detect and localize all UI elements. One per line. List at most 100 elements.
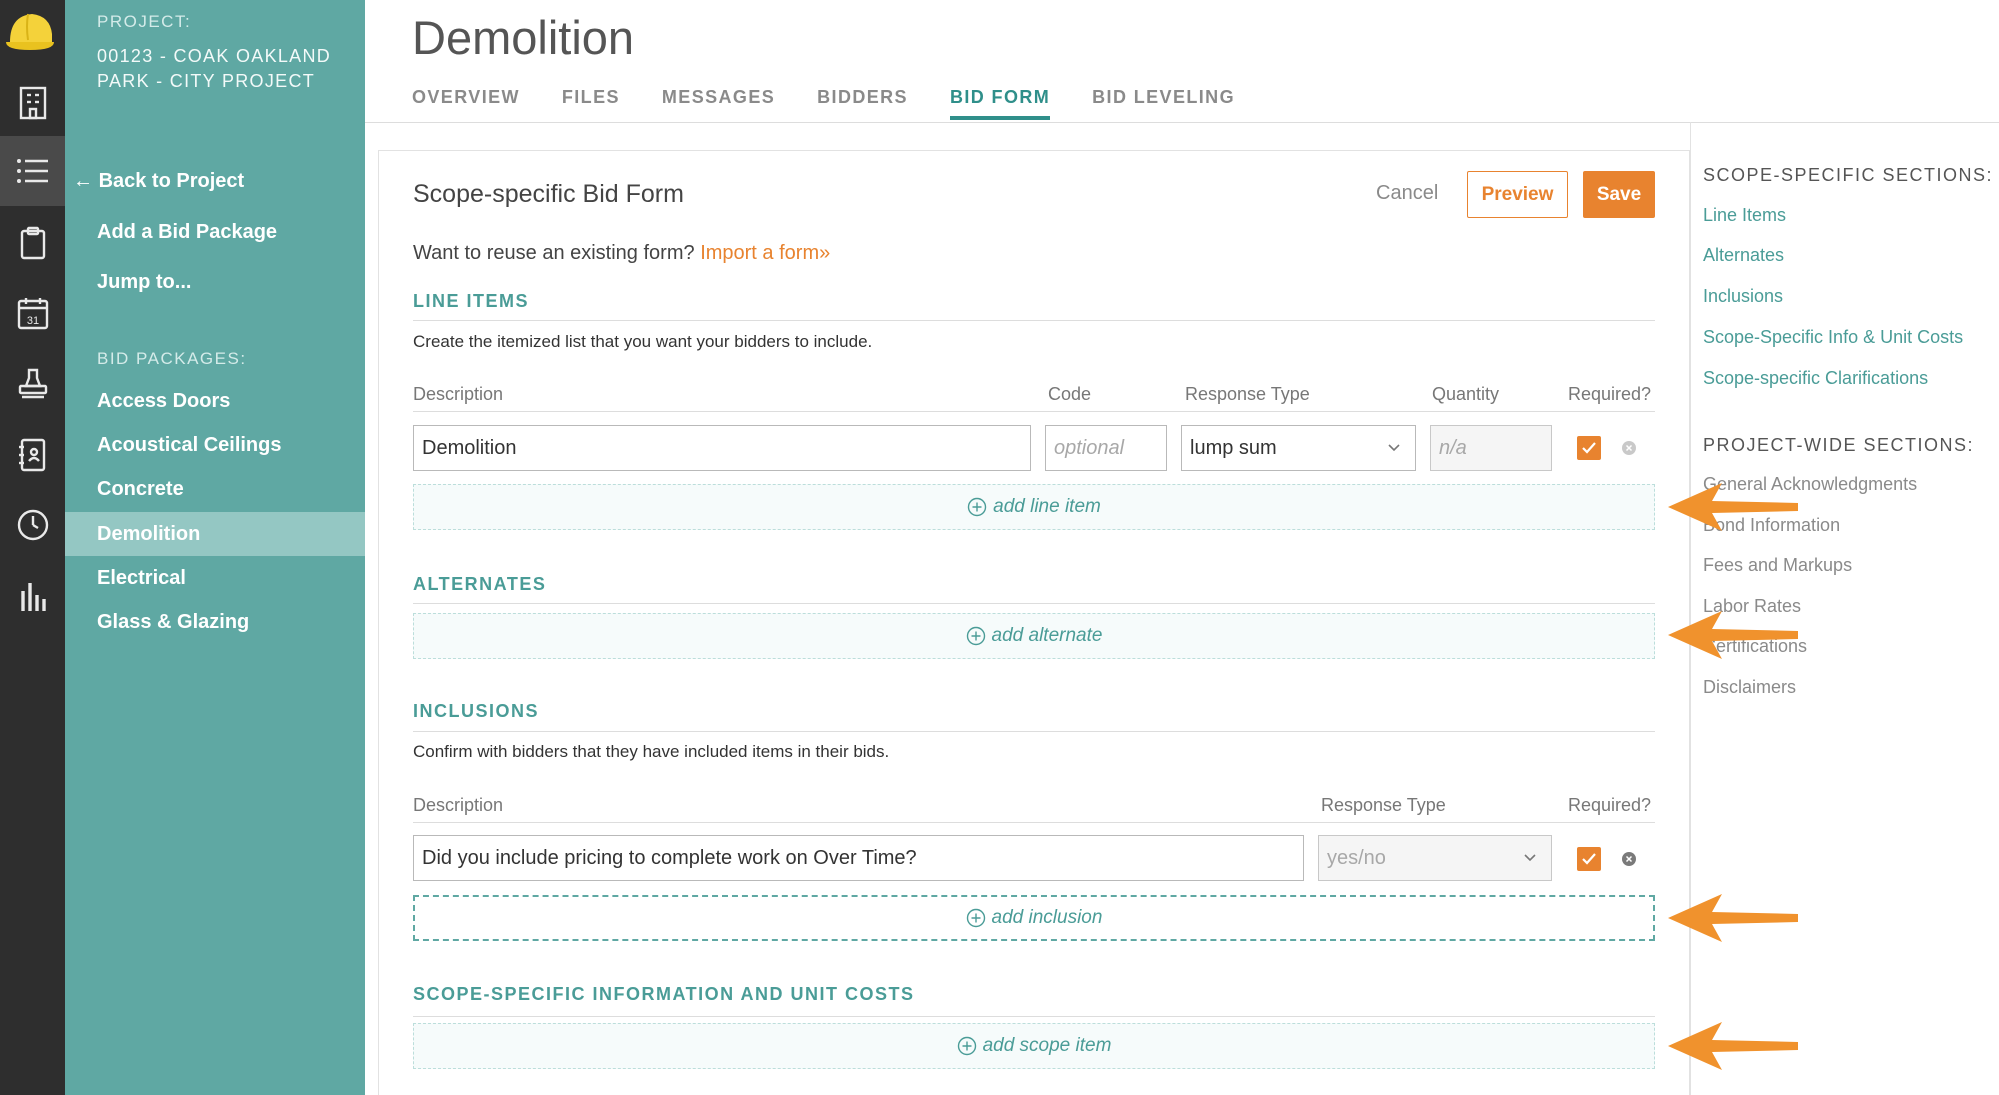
contacts-book-icon <box>18 438 45 472</box>
line-item-response-type-select[interactable]: lump sum <box>1181 425 1416 471</box>
section-divider <box>413 731 1655 732</box>
annotation-arrow-icon <box>1668 483 1798 531</box>
icon-rail: 31 <box>0 0 65 1095</box>
scope-info-heading: SCOPE-SPECIFIC INFORMATION AND UNIT COST… <box>413 984 915 1004</box>
inclusion-response-type-select[interactable]: yes/no <box>1318 835 1552 881</box>
back-to-project-label: Back to Project <box>98 170 245 192</box>
import-form-link[interactable]: Import a form» <box>700 242 830 264</box>
jump-to-link[interactable]: Jump to... <box>97 271 191 294</box>
annotation-arrow-icon <box>1668 611 1798 659</box>
project-label: PROJECT: <box>97 12 192 31</box>
plus-circle-icon <box>957 1036 976 1056</box>
rail-projects[interactable] <box>0 68 65 138</box>
inclusions-description: Confirm with bidders that they have incl… <box>413 742 890 761</box>
rail-calendar[interactable]: 31 <box>0 278 65 348</box>
section-link-inclusions[interactable]: Inclusions <box>1703 286 1783 307</box>
stamp-icon <box>18 368 47 399</box>
tab-files[interactable]: FILES <box>562 87 620 120</box>
column-header-divider <box>413 411 1655 412</box>
column-header-code: Code <box>1048 384 1092 404</box>
plus-circle-icon <box>966 908 985 928</box>
calendar-icon: 31 <box>17 298 48 330</box>
column-header-description: Description <box>413 384 504 404</box>
rail-reports[interactable] <box>0 562 65 632</box>
bid-package-acoustical-ceilings[interactable]: Acoustical Ceilings <box>65 423 365 467</box>
close-icon <box>1625 855 1633 863</box>
add-scope-item-button[interactable]: add scope item <box>413 1023 1655 1069</box>
check-icon <box>1582 853 1596 865</box>
inclusion-column-header-response-type: Response Type <box>1321 795 1446 815</box>
bid-packages-label: BID PACKAGES: <box>97 349 247 368</box>
section-link-alternates[interactable]: Alternates <box>1703 245 1784 266</box>
bid-package-electrical[interactable]: Electrical <box>65 556 365 600</box>
save-button[interactable]: Save <box>1583 171 1655 218</box>
inclusion-column-header-description: Description <box>413 795 504 815</box>
bid-package-glass-glazing[interactable]: Glass & Glazing <box>65 600 365 644</box>
plus-circle-icon <box>967 497 987 517</box>
column-header-required: Required? <box>1568 384 1652 404</box>
section-divider <box>413 603 1655 604</box>
remove-inclusion-button[interactable] <box>1622 852 1636 866</box>
chevron-down-icon <box>1524 854 1536 862</box>
rail-tasks[interactable] <box>0 208 65 278</box>
tab-messages[interactable]: MESSAGES <box>662 87 775 120</box>
reuse-form-text: Want to reuse an existing form? <box>413 242 695 264</box>
tab-bid-form[interactable]: BID FORM <box>949 87 1051 120</box>
arrow-left-icon: ← <box>73 170 93 192</box>
add-alternate-button[interactable]: add alternate <box>413 613 1655 659</box>
section-link-line-items[interactable]: Line Items <box>1703 205 1786 226</box>
inclusion-response-type-value: yes/no <box>1327 846 1386 869</box>
tab-bidders[interactable]: BIDDERS <box>817 87 908 120</box>
preview-button[interactable]: Preview <box>1467 171 1568 218</box>
column-header-response-type: Response Type <box>1185 384 1310 404</box>
add-alternate-label: add alternate <box>991 625 1103 646</box>
line-item-description-input[interactable]: Demolition <box>413 425 1031 471</box>
svg-text:31: 31 <box>26 315 38 327</box>
chevron-down-icon <box>1388 444 1400 452</box>
scope-sections-heading: SCOPE-SPECIFIC SECTIONS: <box>1703 165 1994 185</box>
reuse-form-prompt: Want to reuse an existing form? Import a… <box>413 242 830 265</box>
section-link-scope-clarifications[interactable]: Scope-specific Clarifications <box>1703 368 1928 389</box>
annotation-arrow-icon <box>1668 894 1798 942</box>
bid-package-concrete[interactable]: Concrete <box>65 467 365 511</box>
section-link-disclaimers[interactable]: Disclaimers <box>1703 677 1796 698</box>
form-title: Scope-specific Bid Form <box>413 180 684 208</box>
page-title: Demolition <box>412 11 635 64</box>
column-header-quantity: Quantity <box>1432 384 1500 404</box>
inclusion-column-header-required: Required? <box>1568 795 1652 815</box>
rail-bid-packages[interactable] <box>0 136 65 206</box>
project-name: 00123 - COAK OAKLAND PARK - CITY PROJECT <box>97 46 332 91</box>
line-items-description: Create the itemized list that you want y… <box>413 332 873 351</box>
line-item-code-input[interactable]: optional <box>1045 425 1167 471</box>
inclusion-required-checkbox[interactable] <box>1577 847 1601 871</box>
rail-history[interactable] <box>0 490 65 560</box>
add-line-item-label: add line item <box>993 496 1101 517</box>
back-to-project-link[interactable]: ← Back to Project <box>73 170 244 193</box>
remove-line-item-button[interactable] <box>1622 441 1636 455</box>
tab-overview[interactable]: OVERVIEW <box>412 87 520 120</box>
section-link-scope-info[interactable]: Scope-Specific Info & Unit Costs <box>1703 327 1963 348</box>
bid-package-access-doors[interactable]: Access Doors <box>65 379 365 423</box>
annotation-arrow-icon <box>1668 1022 1798 1070</box>
hardhat-logo-icon[interactable] <box>4 4 56 56</box>
close-icon <box>1625 444 1633 452</box>
line-item-required-checkbox[interactable] <box>1577 436 1601 460</box>
inclusions-heading: INCLUSIONS <box>413 701 540 721</box>
check-icon <box>1582 442 1596 454</box>
rail-approvals[interactable] <box>0 348 65 418</box>
section-link-fees-markups[interactable]: Fees and Markups <box>1703 555 1852 576</box>
add-bid-package-link[interactable]: Add a Bid Package <box>97 221 277 244</box>
add-inclusion-label: add inclusion <box>991 907 1103 928</box>
bid-package-demolition[interactable]: Demolition <box>65 512 365 556</box>
clipboard-icon <box>20 226 45 260</box>
add-line-item-button[interactable]: add line item <box>413 484 1655 530</box>
rail-directory[interactable] <box>0 420 65 490</box>
cancel-button[interactable]: Cancel <box>1376 182 1438 205</box>
add-scope-item-label: add scope item <box>982 1035 1112 1056</box>
list-icon <box>16 159 48 183</box>
inclusion-description-input[interactable]: Did you include pricing to complete work… <box>413 835 1304 881</box>
add-inclusion-button[interactable]: add inclusion <box>413 895 1655 941</box>
tab-bid-leveling[interactable]: BID LEVELING <box>1092 87 1235 120</box>
line-item-quantity-input[interactable]: n/a <box>1430 425 1552 471</box>
header-divider <box>365 122 1999 123</box>
